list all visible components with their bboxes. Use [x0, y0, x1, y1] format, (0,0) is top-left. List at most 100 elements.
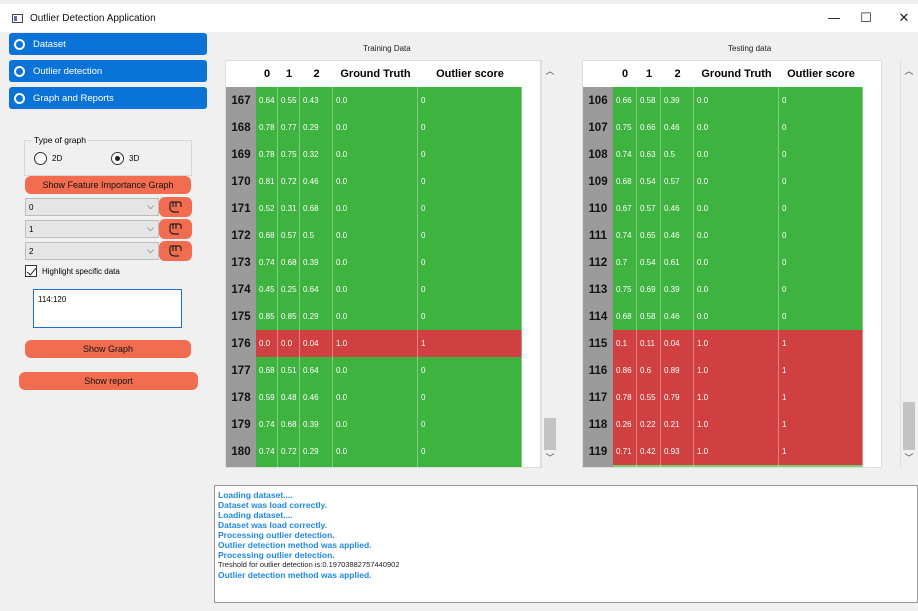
table-cell[interactable]: 1.0 — [333, 330, 418, 357]
table-row[interactable]: 107 0.75 0.66 0.46 0.0 0 — [583, 114, 863, 141]
table-cell[interactable]: 0.69 — [637, 276, 661, 303]
table-row[interactable]: 174 0.45 0.25 0.64 0.0 0 — [226, 276, 522, 303]
training-scrollbar[interactable]: ︿ ﹀ — [541, 60, 557, 468]
column-header[interactable]: 0 — [256, 68, 278, 80]
table-cell[interactable]: 0.86 — [613, 357, 637, 384]
table-cell[interactable]: 0.39 — [300, 249, 333, 276]
table-cell[interactable]: 1 — [779, 411, 863, 438]
table-cell[interactable]: 0.46 — [661, 195, 694, 222]
table-cell[interactable]: 0.5 — [661, 141, 694, 168]
table-cell[interactable]: 0.75 — [613, 276, 637, 303]
table-cell[interactable]: 0 — [418, 195, 522, 222]
table-cell[interactable]: 0 — [418, 303, 522, 330]
table-cell[interactable]: 0.29 — [300, 114, 333, 141]
table-cell[interactable]: 0.21 — [661, 411, 694, 438]
table-row[interactable]: 173 0.74 0.68 0.39 0.0 0 — [226, 249, 522, 276]
table-cell[interactable]: 0.29 — [300, 303, 333, 330]
table-cell[interactable]: 0 — [418, 276, 522, 303]
training-table[interactable]: 0 1 2 Ground Truth Outlier score 167 0.64 0.55… — [225, 60, 541, 468]
table-cell[interactable]: 1 — [779, 330, 863, 357]
table-cell[interactable]: 0.0 — [333, 438, 418, 465]
table-cell[interactable]: 0.46 — [661, 114, 694, 141]
table-cell[interactable]: 0.74 — [613, 141, 637, 168]
table-cell[interactable]: 0.0 — [694, 276, 779, 303]
table-row[interactable]: 119 0.71 0.42 0.93 1.0 1 — [583, 438, 863, 465]
table-cell[interactable]: 0.0 — [278, 330, 300, 357]
table-cell[interactable]: 0.51 — [278, 357, 300, 384]
testing-scrollbar[interactable]: ︿ ﹀ — [900, 60, 918, 468]
scroll-down-icon[interactable]: ﹀ — [901, 451, 917, 464]
table-cell[interactable]: 0.57 — [661, 168, 694, 195]
table-row[interactable]: 117 0.78 0.55 0.79 1.0 1 — [583, 384, 863, 411]
table-cell[interactable]: 0.46 — [300, 168, 333, 195]
table-cell[interactable]: 0.81 — [613, 465, 637, 467]
table-cell[interactable]: 0 — [779, 465, 863, 467]
table-row[interactable]: 116 0.86 0.6 0.89 1.0 1 — [583, 357, 863, 384]
scroll-thumb[interactable] — [544, 418, 556, 450]
table-cell[interactable]: 0.75 — [278, 141, 300, 168]
table-cell[interactable]: 0 — [418, 249, 522, 276]
feature-combo-x[interactable]: 0 ⌵ — [25, 198, 159, 216]
scroll-down-icon[interactable]: ﹀ — [542, 451, 558, 464]
table-cell[interactable]: 0.46 — [300, 384, 333, 411]
table-cell[interactable]: 0.26 — [613, 411, 637, 438]
table-cell[interactable]: 0.78 — [256, 114, 278, 141]
table-cell[interactable]: 0.0 — [333, 168, 418, 195]
table-cell[interactable]: 0 — [418, 384, 522, 411]
table-row[interactable]: 110 0.67 0.57 0.46 0.0 0 — [583, 195, 863, 222]
table-cell[interactable]: 0.64 — [300, 276, 333, 303]
radio-3d[interactable]: 3D — [111, 152, 139, 165]
table-cell[interactable]: 0.0 — [694, 195, 779, 222]
table-cell[interactable]: 0.32 — [300, 141, 333, 168]
table-row[interactable]: 180 0.74 0.72 0.29 0.0 0 — [226, 438, 522, 465]
table-cell[interactable]: 0 — [418, 87, 522, 114]
table-cell[interactable]: 0.74 — [256, 249, 278, 276]
table-cell[interactable]: 0.55 — [278, 87, 300, 114]
table-cell[interactable]: 0.54 — [637, 168, 661, 195]
table-cell[interactable]: 0.63 — [637, 465, 661, 467]
table-cell[interactable]: 0.29 — [300, 438, 333, 465]
scroll-thumb[interactable] — [903, 402, 915, 450]
table-cell[interactable]: 0.58 — [637, 303, 661, 330]
table-cell[interactable]: 1 — [418, 330, 522, 357]
table-cell[interactable]: 0.0 — [694, 87, 779, 114]
table-cell[interactable]: 0.39 — [661, 87, 694, 114]
table-cell[interactable]: 0.0 — [333, 141, 418, 168]
table-cell[interactable]: 0.52 — [256, 195, 278, 222]
table-cell[interactable]: 0.85 — [256, 303, 278, 330]
table-cell[interactable]: 0.0 — [694, 114, 779, 141]
table-cell[interactable]: 1.0 — [694, 465, 779, 467]
table-cell[interactable]: 0 — [418, 114, 522, 141]
table-cell[interactable]: 0.0 — [256, 330, 278, 357]
table-cell[interactable]: 0.68 — [278, 249, 300, 276]
section-outlier-detection[interactable]: Outlier detection — [9, 60, 207, 82]
table-cell[interactable]: 0 — [779, 195, 863, 222]
table-row[interactable]: 172 0.68 0.57 0.5 0.0 0 — [226, 222, 522, 249]
table-cell[interactable]: 1 — [779, 384, 863, 411]
table-row[interactable]: 112 0.7 0.54 0.61 0.0 0 — [583, 249, 863, 276]
table-row[interactable]: 170 0.81 0.72 0.46 0.0 0 — [226, 168, 522, 195]
table-row[interactable]: 111 0.74 0.65 0.46 0.0 0 — [583, 222, 863, 249]
table-row[interactable]: 115 0.1 0.11 0.04 1.0 1 — [583, 330, 863, 357]
table-cell[interactable]: 0.68 — [256, 222, 278, 249]
table-row[interactable]: 176 0.0 0.0 0.04 1.0 1 — [226, 330, 522, 357]
table-cell[interactable]: 0.63 — [637, 141, 661, 168]
table-row[interactable]: 114 0.68 0.58 0.46 0.0 0 — [583, 303, 863, 330]
testing-table[interactable]: 0 1 2 Ground Truth Outlier score 106 0.66 0.58… — [582, 60, 882, 468]
table-cell[interactable]: 0.57 — [300, 465, 333, 467]
table-cell[interactable]: 0.45 — [256, 276, 278, 303]
table-cell[interactable]: 0.66 — [637, 114, 661, 141]
table-cell[interactable]: 0.0 — [694, 249, 779, 276]
table-cell[interactable]: 0 — [418, 411, 522, 438]
pick-feature-z-button[interactable] — [159, 241, 192, 261]
table-cell[interactable]: 0.04 — [300, 330, 333, 357]
column-header[interactable]: 1 — [637, 68, 661, 80]
table-cell[interactable]: 0.67 — [613, 195, 637, 222]
table-cell[interactable]: 0.0 — [694, 303, 779, 330]
table-cell[interactable]: 0 — [418, 222, 522, 249]
feature-combo-z[interactable]: 2 ⌵ — [25, 242, 159, 260]
show-report-button[interactable]: Show report — [19, 372, 198, 390]
table-cell[interactable]: 0.85 — [278, 303, 300, 330]
table-cell[interactable]: 0.64 — [300, 357, 333, 384]
table-cell[interactable]: 0 — [779, 168, 863, 195]
